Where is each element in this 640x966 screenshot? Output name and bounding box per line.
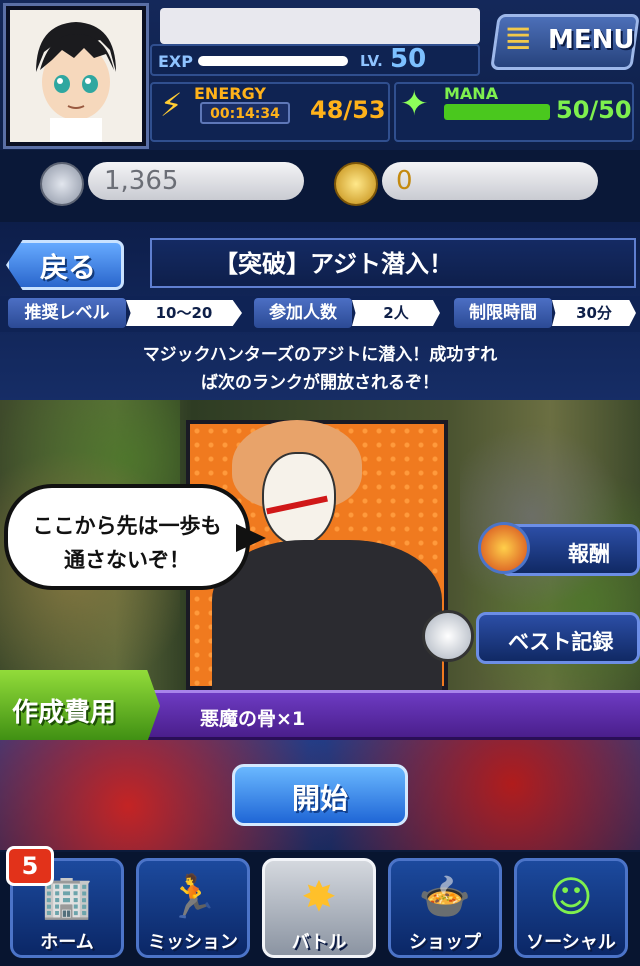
menu-button-label: MENU: [548, 25, 635, 55]
back-button-label: 戻る: [40, 251, 97, 284]
stopwatch-icon: [422, 610, 474, 662]
cost-item: 悪魔の骨×1: [200, 708, 306, 730]
player-name-field: [160, 8, 480, 44]
exp-label: EXP: [158, 52, 193, 71]
lightning-bolt-icon: ⚡: [160, 86, 183, 124]
energy-label: ENERGY: [194, 84, 266, 103]
time-limit-value: 30分: [552, 300, 636, 326]
quest-title: 【突破】アジト潜入！: [214, 250, 454, 278]
speech-line-1: ここから先は一歩も: [32, 514, 222, 538]
speech-line-2: 通さないぞ！: [64, 548, 190, 572]
silver-balance-value: 1,365: [104, 166, 179, 196]
shop-icon: 🍲: [418, 872, 472, 921]
mana-label: MANA: [444, 84, 499, 103]
time-limit-tag: 制限時間: [454, 298, 552, 328]
nav-mission-label: ミッション: [148, 932, 238, 953]
nav-social-label: ソーシャル: [526, 932, 616, 953]
treasure-icon: [478, 522, 530, 574]
level-label: LV.: [360, 52, 383, 70]
energy-value: 48/53: [310, 96, 386, 124]
exp-progress-track: [198, 56, 348, 66]
reward-button-label: 報酬: [568, 542, 610, 566]
cost-tag-label: 作成費用: [12, 698, 117, 728]
silver-coin-icon: [40, 162, 84, 206]
participants-tag: 参加人数: [254, 298, 352, 328]
player-avatar[interactable]: [6, 6, 146, 146]
mana-progress-bar: [444, 104, 550, 120]
quest-description-line-1: マジックハンターズのアジトに潜入！成功すれ: [142, 345, 498, 365]
nav-battle-label: バトル: [291, 932, 347, 953]
battle-icon: ✸: [301, 872, 337, 921]
notification-badge: 5: [6, 846, 54, 886]
recommended-level-tag: 推奨レベル: [8, 298, 126, 328]
quest-description-line-2: ば次のランクが開放されるぞ！: [201, 373, 439, 393]
mana-value: 50/50: [556, 96, 632, 124]
level-value: 50: [390, 44, 427, 74]
gold-coin-icon: [334, 162, 378, 206]
gold-balance-field: [382, 162, 598, 200]
nav-shop-label: ショップ: [409, 932, 481, 953]
start-button-label: 開始: [291, 782, 348, 815]
recommended-level-value: 10〜20: [126, 300, 242, 326]
coin-stack-icon: ≣: [504, 18, 533, 58]
mission-icon: 🏃: [166, 872, 220, 921]
participants-value: 2人: [352, 300, 440, 326]
nav-home-label: ホーム: [40, 932, 94, 953]
energy-timer: 00:14:34: [200, 102, 290, 124]
social-icon: ☺: [549, 872, 593, 921]
gold-balance-value: 0: [396, 166, 413, 196]
best-record-button-label: ベスト記録: [508, 630, 614, 654]
avatar-portrait: [10, 10, 142, 142]
sparkle-star-icon: ✦: [400, 84, 429, 124]
